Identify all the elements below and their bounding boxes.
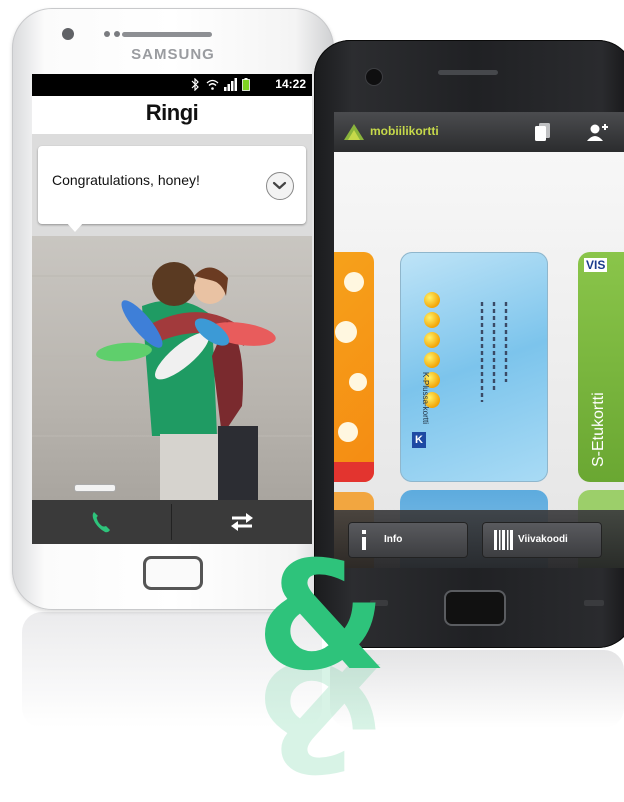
- chevron-down-icon: [272, 181, 287, 190]
- coin-icon: [424, 312, 440, 328]
- mobiilikortti-logo-icon: [344, 124, 364, 140]
- barcode-icon: [494, 530, 513, 550]
- app-header: mobiilikortti: [334, 112, 624, 152]
- k-brand-badge: K: [412, 432, 426, 448]
- battery-icon: [242, 78, 250, 91]
- loyalty-card-left[interactable]: [334, 252, 374, 482]
- front-camera-icon: [365, 68, 383, 86]
- app-title: mobiilikortti: [370, 124, 439, 138]
- k-plussa-card[interactable]: K K-Plussa-kortti: [400, 252, 548, 482]
- barcode-button[interactable]: Viivakoodi: [482, 522, 602, 558]
- message-bubble: Congratulations, honey!: [38, 146, 306, 224]
- arrows-swap-icon: [231, 513, 253, 531]
- bluetooth-icon: [191, 78, 199, 91]
- ampersand-graphic: &: [256, 530, 387, 704]
- coin-icon: [424, 332, 440, 348]
- coin-icon: [424, 352, 440, 368]
- coin-icon: [424, 292, 440, 308]
- sensor-dot: [104, 31, 110, 37]
- earpiece-speaker: [122, 32, 212, 37]
- wifi-icon: [206, 79, 219, 90]
- back-key[interactable]: [584, 600, 604, 606]
- home-button[interactable]: [444, 590, 506, 626]
- phone-brand-label: SAMSUNG: [131, 46, 215, 63]
- bubble-tail: [66, 222, 84, 232]
- visa-logo: VIS: [584, 258, 608, 272]
- photo-illustration: [32, 262, 312, 512]
- divider: [171, 504, 172, 540]
- home-button[interactable]: [143, 556, 203, 590]
- signal-icon: [224, 78, 237, 91]
- earpiece-speaker: [438, 70, 498, 75]
- call-button[interactable]: [32, 500, 171, 544]
- s-etukortti-card[interactable]: VIS S-Etukortti: [578, 252, 624, 482]
- white-phone: SAMSUNG 14:22 Ringi Congratulations, hon…: [12, 8, 334, 610]
- status-bar: 14:22: [32, 74, 312, 96]
- sensor-dot: [114, 31, 120, 37]
- barcode-button-label: Viivakoodi: [518, 534, 568, 545]
- add-user-icon[interactable]: [586, 122, 610, 142]
- status-time: 14:22: [275, 77, 306, 91]
- ringi-screen: 14:22 Ringi Congratulations, honey!: [32, 74, 312, 544]
- mobiilikortti-screen: mobiilikortti K K-Plussa-kortti VIS S-Et…: [334, 112, 624, 568]
- expand-message-button[interactable]: [266, 172, 294, 200]
- app-header: Ringi: [32, 96, 312, 134]
- cards-icon[interactable]: [534, 122, 552, 142]
- card-name: S-Etukortti: [590, 392, 607, 467]
- message-text: Congratulations, honey!: [52, 172, 200, 188]
- card-holder-text: [480, 302, 508, 402]
- app-title: Ringi: [145, 100, 199, 125]
- card-carousel: K K-Plussa-kortti VIS S-Etukortti: [334, 152, 624, 568]
- front-camera-icon: [62, 28, 74, 40]
- phone-icon: [92, 512, 110, 533]
- card-label: K-Plussa-kortti: [421, 372, 430, 425]
- conversation-area: Congratulations, honey!: [32, 134, 312, 512]
- popcorn-illustration: [334, 272, 374, 482]
- drag-handle[interactable]: [74, 484, 116, 492]
- photo-hugging-couple[interactable]: [32, 236, 312, 512]
